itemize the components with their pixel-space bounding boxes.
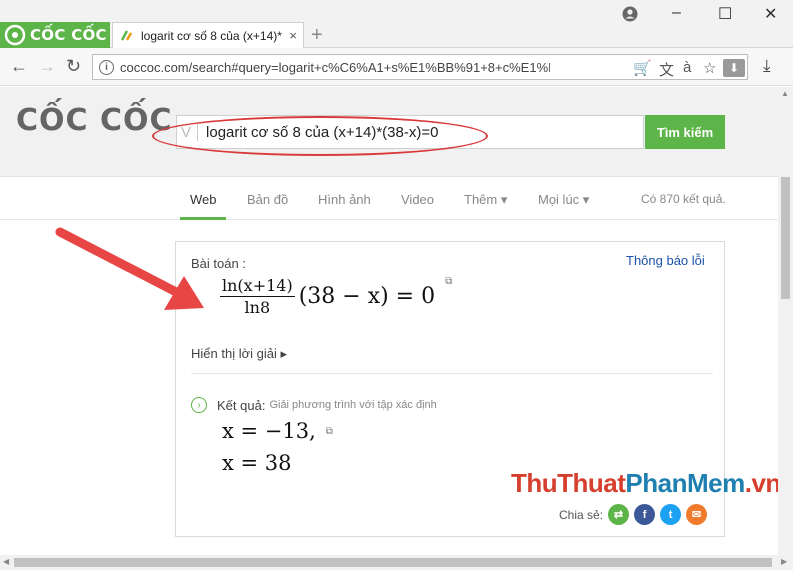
show-solution-toggle[interactable]: Hiển thị lời giải ▸: [191, 346, 287, 362]
fraction-denominator: ln8: [244, 298, 271, 317]
coccoc-logo-icon: [4, 24, 26, 46]
url-text: coccoc.com/search#query=logarit+c%C6%A1+…: [120, 59, 550, 75]
scroll-left-icon[interactable]: ◀: [3, 557, 9, 566]
new-tab-button[interactable]: +: [311, 24, 323, 47]
vertical-scroll-thumb[interactable]: [781, 177, 790, 299]
horizontal-scroll-thumb[interactable]: [14, 558, 772, 567]
red-highlight-ellipse: [152, 116, 488, 156]
twitter-icon[interactable]: t: [660, 504, 682, 525]
maximize-icon[interactable]: ☐: [718, 4, 732, 24]
brand-name: CỐC CỐC: [30, 26, 107, 44]
tab-maps[interactable]: Bản đồ: [247, 192, 288, 207]
problem-equation: ln(x+14) ln8 (38 − x) = 0 ⧉: [220, 276, 452, 317]
tab-web[interactable]: Web: [190, 192, 217, 207]
reload-icon[interactable]: ↻: [66, 56, 81, 77]
coccoc-favicon-icon: [120, 29, 133, 41]
answer-2: x = 38: [222, 451, 292, 475]
watermark-part-1: ThuThuat: [511, 468, 626, 498]
red-arrow-annotation: [55, 227, 204, 310]
tab-title: logarit cơ số 8 của (x+14)*: [141, 28, 282, 43]
result-heading: › Kết quả: Giải phương trình với tập xác…: [191, 397, 437, 413]
browser-toolbar: ← → ↻ i coccoc.com/search#query=logarit+…: [0, 48, 793, 86]
share-label: Chia sẻ:: [559, 507, 604, 522]
result-type-tabs: Web Bản đồ Hình ảnh Video Thêm ▾ Mọi lúc…: [0, 178, 778, 220]
bookmark-star-icon[interactable]: ☆: [703, 59, 716, 77]
text-to-speech-icon[interactable]: à: [683, 59, 691, 76]
log-fraction: ln(x+14) ln8: [220, 276, 295, 317]
tab-more[interactable]: Thêm ▾: [464, 192, 507, 208]
chevron-circle-icon[interactable]: ›: [191, 397, 207, 413]
tab-anytime-label: Mọi lúc: [538, 192, 580, 207]
watermark: ThuThuatPhanMem.vn: [511, 468, 781, 499]
brand-menu-button[interactable]: CỐC CỐC: [0, 22, 110, 48]
vertical-scrollbar[interactable]: ▲: [778, 87, 793, 555]
shopping-cart-icon[interactable]: 🛒: [633, 59, 652, 77]
close-window-icon[interactable]: ✕: [764, 4, 777, 24]
horizontal-scrollbar[interactable]: ◀ ▶: [0, 555, 793, 570]
minimize-icon[interactable]: –: [672, 4, 681, 22]
scroll-right-icon[interactable]: ▶: [781, 557, 787, 566]
answer-1-text: x = −13,: [222, 419, 316, 443]
downloads-icon[interactable]: ⤓: [763, 56, 771, 76]
media-download-icon[interactable]: ⬇: [723, 59, 745, 77]
translate-icon[interactable]: 文: [659, 59, 674, 80]
browser-titlebar: CỐC CỐC logarit cơ số 8 của (x+14)* × + …: [0, 0, 793, 48]
tab-images[interactable]: Hình ảnh: [318, 192, 371, 207]
account-icon[interactable]: [622, 6, 638, 22]
share-icon[interactable]: ⇄: [608, 504, 630, 525]
tab-anytime[interactable]: Mọi lúc ▾: [538, 192, 589, 208]
email-icon[interactable]: ✉: [686, 504, 708, 525]
facebook-icon[interactable]: f: [634, 504, 656, 525]
site-info-icon[interactable]: i: [99, 59, 114, 75]
caret-down-icon: ▾: [497, 192, 508, 207]
active-tab-indicator: [180, 217, 226, 220]
share-row: Chia sẻ: ⇄ f t ✉: [559, 504, 708, 525]
copy-icon[interactable]: ⧉: [326, 426, 333, 437]
search-button[interactable]: Tìm kiếm: [645, 115, 725, 149]
fraction-numerator: ln(x+14): [220, 276, 295, 297]
copy-icon[interactable]: ⧉: [445, 276, 452, 287]
result-note: Giải phương trình với tập xác định: [269, 399, 437, 411]
result-label: Kết quả:: [217, 397, 266, 413]
equation-rest: (38 − x) = 0: [298, 284, 436, 309]
result-count: Có 870 kết quả.: [641, 192, 726, 206]
card-divider: [191, 373, 713, 374]
watermark-part-2: PhanMem: [625, 468, 745, 498]
answer-1: x = −13, ⧉: [222, 419, 333, 443]
coccoc-logo[interactable]: CỐC CỐC: [16, 103, 173, 138]
report-error-link[interactable]: Thông báo lỗi: [626, 253, 705, 268]
tab-search-result[interactable]: logarit cơ số 8 của (x+14)* ×: [112, 22, 304, 48]
address-bar[interactable]: i coccoc.com/search#query=logarit+c%C6%A…: [92, 54, 748, 80]
forward-icon[interactable]: →: [38, 56, 56, 77]
back-icon[interactable]: ←: [10, 56, 28, 77]
caret-down-icon: ▾: [579, 192, 590, 207]
watermark-part-3: .vn: [744, 468, 782, 498]
scroll-up-icon[interactable]: ▲: [781, 89, 789, 98]
tab-more-label: Thêm: [464, 192, 498, 207]
tab-close-icon[interactable]: ×: [289, 28, 297, 43]
answer-2-text: x = 38: [222, 451, 292, 475]
tab-video[interactable]: Video: [401, 192, 434, 207]
